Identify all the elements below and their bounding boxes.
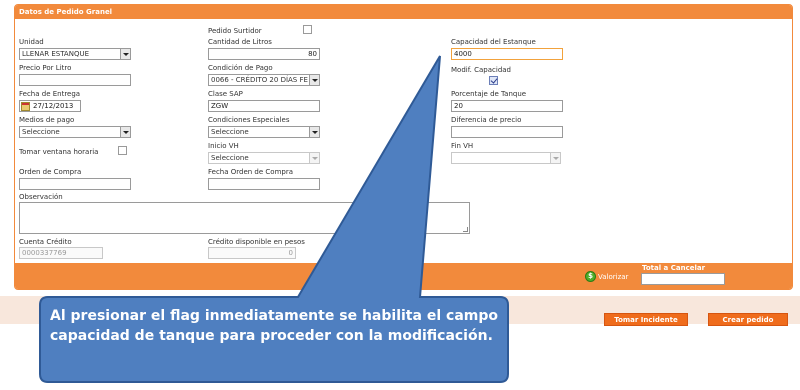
callout-text: Al presionar el flag inmediatamente se h…: [50, 308, 498, 344]
